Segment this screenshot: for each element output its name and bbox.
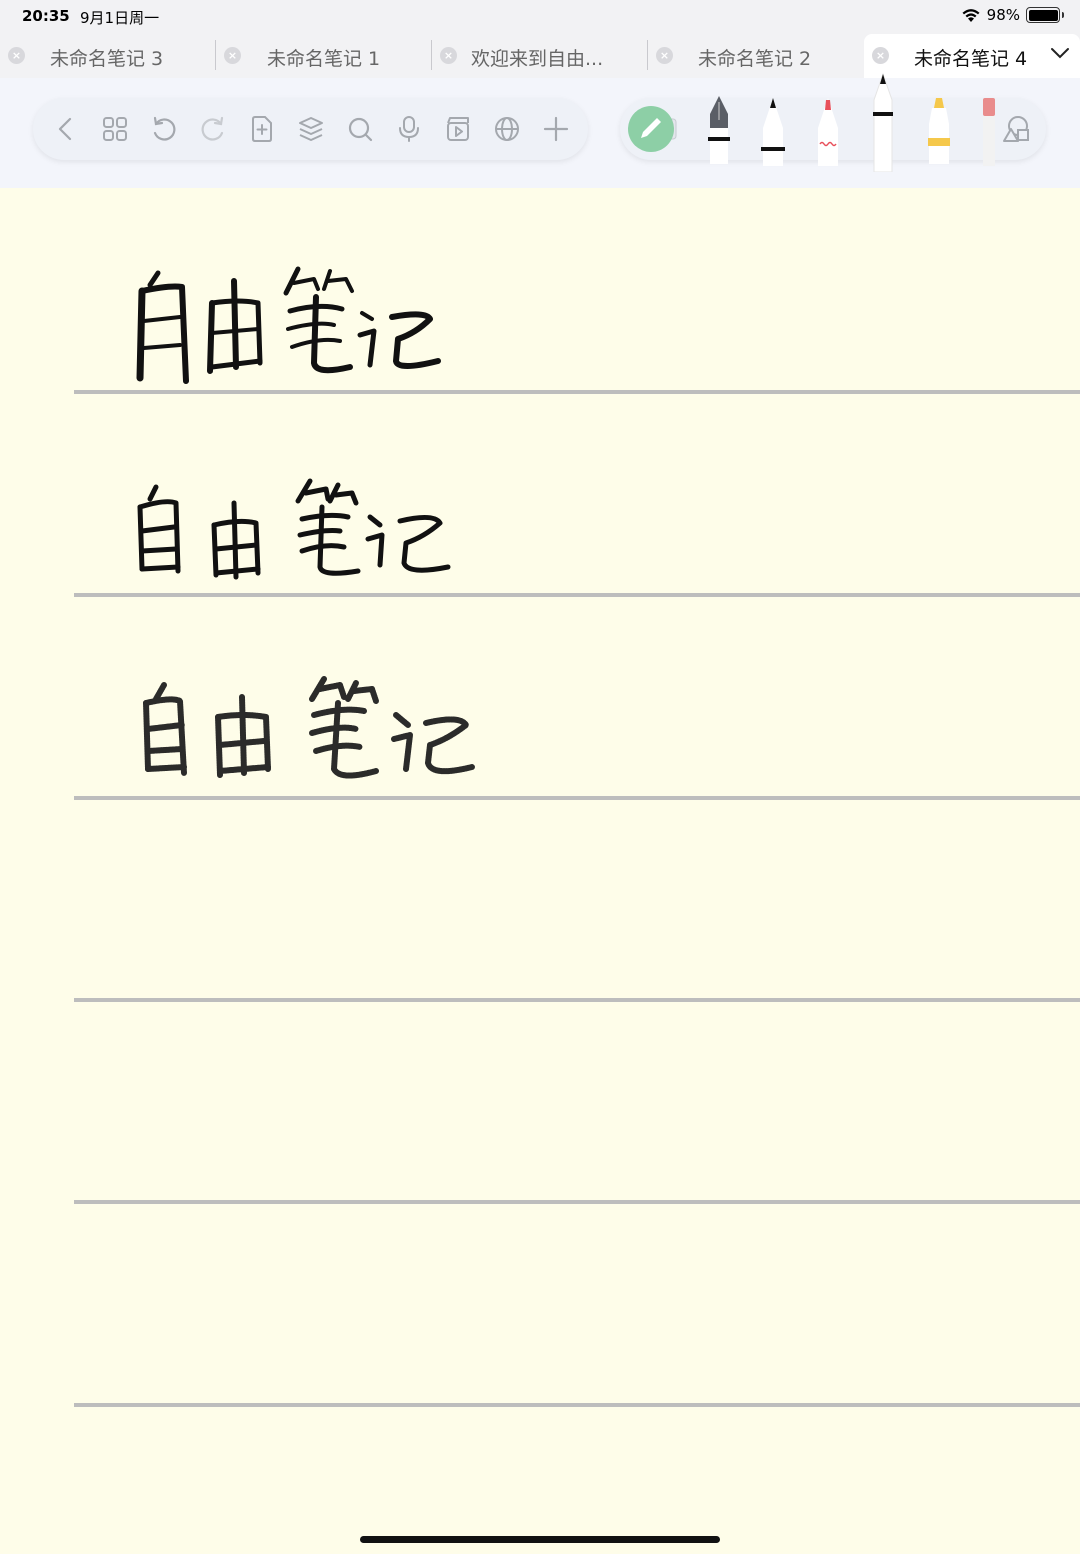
wifi-icon	[962, 9, 980, 22]
status-right: 98%	[961, 6, 1064, 24]
tab-label: 未命名笔记 2	[698, 48, 812, 70]
note-canvas[interactable]	[0, 188, 1080, 1554]
yellow-highlighter-icon[interactable]	[924, 94, 954, 164]
pencil-toggle-icon[interactable]	[626, 104, 686, 154]
handwriting-fountain[interactable]	[130, 263, 450, 388]
ruled-line	[74, 390, 1080, 394]
media-icon[interactable]	[441, 112, 475, 146]
red-marker-icon[interactable]	[813, 96, 843, 166]
close-icon[interactable]: ×	[656, 47, 673, 64]
ruled-line	[74, 1403, 1080, 1407]
close-icon[interactable]: ×	[8, 47, 25, 64]
fineliner-icon[interactable]	[868, 72, 898, 172]
globe-icon[interactable]	[490, 112, 524, 146]
status-time: 20:35	[22, 7, 70, 25]
ruled-line	[74, 593, 1080, 597]
shapes-icon[interactable]	[1000, 114, 1032, 144]
ruled-line	[74, 1200, 1080, 1204]
back-icon[interactable]	[49, 112, 83, 146]
tab-label: 未命名笔记 3	[50, 48, 164, 70]
handwriting-ballpoint[interactable]	[130, 473, 460, 583]
ruled-line	[74, 796, 1080, 800]
undo-icon[interactable]	[147, 112, 181, 146]
ballpoint-pen-icon[interactable]	[758, 96, 788, 166]
close-icon[interactable]: ×	[440, 47, 457, 64]
tab-welcome[interactable]: × 欢迎来到自由...	[432, 34, 646, 78]
toolbar-area	[0, 72, 1080, 188]
battery-percent: 98%	[986, 6, 1020, 24]
tab-note-1[interactable]: × 未命名笔记 1	[216, 34, 430, 78]
search-icon[interactable]	[343, 112, 377, 146]
add-page-icon[interactable]	[245, 112, 279, 146]
main-toolbar	[33, 98, 588, 160]
close-icon[interactable]: ×	[224, 47, 241, 64]
battery-icon	[1026, 7, 1064, 23]
close-icon[interactable]: ×	[872, 47, 889, 64]
status-date: 9月1日周一	[80, 9, 160, 27]
status-bar: 20:35 9月1日周一 98%	[0, 0, 1080, 34]
tab-bar: × 未命名笔记 3 × 未命名笔记 1 × 欢迎来到自由... × 未命名笔记 …	[0, 34, 1080, 78]
fountain-pen-icon[interactable]	[704, 94, 734, 164]
grid-icon[interactable]	[98, 112, 132, 146]
pen-tray	[620, 72, 1046, 172]
eraser-icon[interactable]	[980, 96, 1000, 166]
redo-icon[interactable]	[196, 112, 230, 146]
ruled-line	[74, 998, 1080, 1002]
tab-note-2[interactable]: × 未命名笔记 2	[648, 34, 862, 78]
chevron-down-icon[interactable]	[1050, 46, 1070, 60]
microphone-icon[interactable]	[392, 112, 426, 146]
home-indicator[interactable]	[360, 1536, 720, 1543]
tab-label: 未命名笔记 1	[267, 48, 381, 70]
handwriting-pencil[interactable]	[134, 673, 479, 788]
tab-note-3[interactable]: × 未命名笔记 3	[0, 34, 214, 78]
tab-label: 欢迎来到自由...	[471, 48, 604, 70]
tab-label: 未命名笔记 4	[914, 48, 1028, 70]
plus-icon[interactable]	[539, 112, 573, 146]
layers-icon[interactable]	[294, 112, 328, 146]
